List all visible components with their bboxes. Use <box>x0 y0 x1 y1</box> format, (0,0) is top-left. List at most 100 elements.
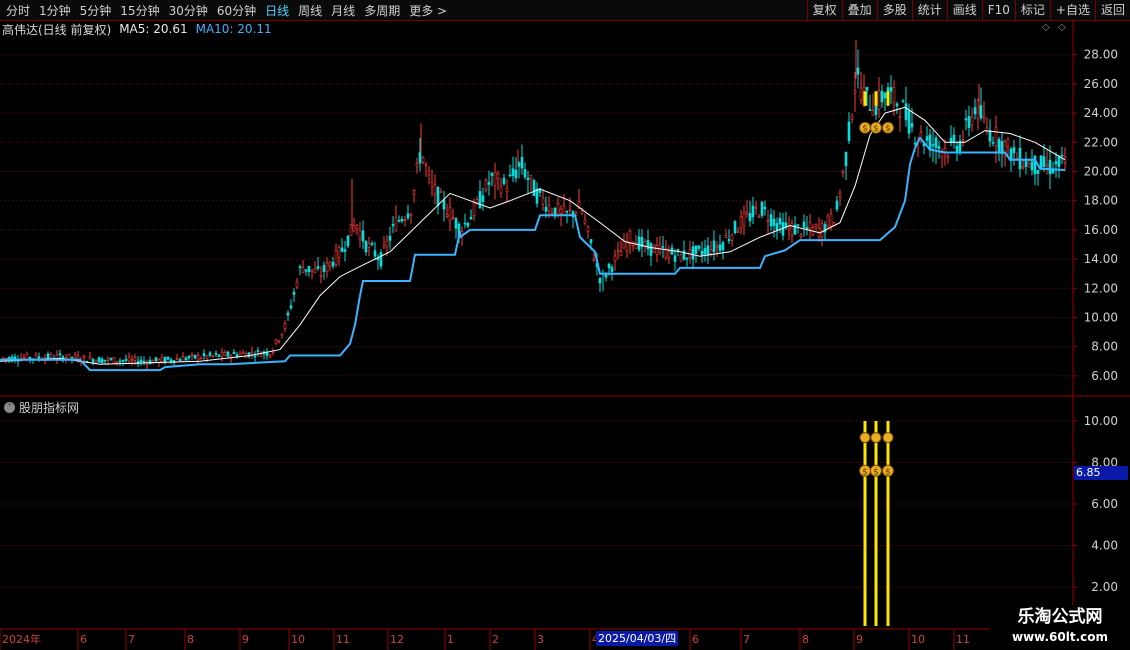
candle-body <box>556 202 560 216</box>
candle-body <box>295 281 299 288</box>
candle-body <box>406 213 410 219</box>
candle-body <box>397 219 401 222</box>
candle-body <box>1018 148 1022 170</box>
candle-body <box>1027 163 1031 168</box>
candle-body <box>118 360 122 363</box>
x-axis-label: 8 <box>187 633 194 646</box>
money-bag-glyph: $ <box>873 467 879 477</box>
candle-body <box>316 266 320 269</box>
main-y-tick-label: 14.00 <box>1084 252 1118 266</box>
candle-body <box>856 67 860 75</box>
candle-body <box>280 333 284 337</box>
candle-body <box>952 134 956 143</box>
candle-body <box>1057 156 1061 167</box>
candle-body <box>367 243 371 248</box>
indicator-bar <box>863 421 867 626</box>
candle-body <box>616 250 620 252</box>
candle-body <box>877 90 881 110</box>
candle-body <box>583 219 587 224</box>
x-axis-label: 11 <box>336 633 350 646</box>
candle-body <box>871 110 875 116</box>
candle-body <box>115 361 119 364</box>
money-bag-glyph: $ <box>862 467 868 477</box>
candle-body <box>529 174 533 180</box>
candle-body <box>181 356 185 362</box>
diamond-icon[interactable]: ◇ <box>1042 22 1052 34</box>
candle-body <box>868 109 872 111</box>
candle-body <box>904 103 908 120</box>
candle-body <box>502 177 506 185</box>
candle-body <box>169 359 173 362</box>
candle-body <box>1054 161 1058 165</box>
stock-chart[interactable]: 28.0026.0024.0022.0020.0018.0016.0014.00… <box>0 0 1130 650</box>
candle-body <box>199 357 203 360</box>
candle-body <box>379 252 383 267</box>
candle-body <box>274 339 278 344</box>
candle-body <box>493 171 497 186</box>
candle-body <box>361 230 365 242</box>
candle-body <box>154 357 158 362</box>
candle-body <box>7 357 11 360</box>
candle-body <box>706 245 710 256</box>
x-axis-label: 10 <box>911 633 925 646</box>
x-axis-label: 6 <box>692 633 699 646</box>
candle-body <box>220 351 224 357</box>
hand-icon <box>882 432 894 444</box>
candle-body <box>961 139 965 142</box>
candle-body <box>106 358 110 361</box>
candle-body <box>964 118 968 121</box>
candle-body <box>772 218 776 226</box>
candle-body <box>133 357 137 361</box>
ma5-label: MA5: 20.61 <box>119 22 188 36</box>
indicator-title[interactable]: 股朋指标网 <box>19 399 79 416</box>
candle-body <box>205 355 209 359</box>
cursor-value-label: 6.85 <box>1074 466 1128 480</box>
candle-body <box>814 224 818 227</box>
candle-body <box>970 116 974 126</box>
candle-body <box>478 191 482 209</box>
candle-body <box>901 100 905 103</box>
candle-body <box>1048 159 1052 175</box>
candle-body <box>238 353 242 357</box>
candle-body <box>1030 161 1034 171</box>
candle-body <box>676 249 680 252</box>
candle-body <box>175 358 179 360</box>
candle-body <box>364 241 368 253</box>
candle-body <box>22 357 26 359</box>
candle-body <box>1060 155 1064 157</box>
x-axis-label: 9 <box>242 633 249 646</box>
candle-body <box>226 351 230 357</box>
candle-body <box>436 187 440 206</box>
candle-body <box>607 263 611 269</box>
candle-body <box>430 182 434 187</box>
candle-body <box>808 222 812 230</box>
main-y-tick-label: 26.00 <box>1084 77 1118 91</box>
candle-body <box>442 199 446 210</box>
candle-body <box>142 360 146 363</box>
main-y-tick-label: 6.00 <box>1091 369 1118 383</box>
x-axis-label: 2 <box>492 633 499 646</box>
main-y-tick-label: 10.00 <box>1084 311 1118 325</box>
candle-body <box>82 355 86 358</box>
candle-body <box>544 206 548 212</box>
support-line <box>0 136 1066 372</box>
candle-body <box>994 127 998 147</box>
candle-body <box>910 123 914 128</box>
chevron-down-icon[interactable]: ◇ <box>1058 22 1068 34</box>
candle-body <box>559 208 563 214</box>
candle-body <box>214 353 218 355</box>
candle-body <box>343 249 347 252</box>
candle-body <box>445 214 449 217</box>
candle-body <box>121 359 125 362</box>
collapse-icon[interactable]: ˅ <box>4 402 15 413</box>
candle-body <box>820 223 824 238</box>
money-bag-glyph: $ <box>862 124 868 134</box>
candle-body <box>283 323 287 329</box>
stock-title[interactable]: 高伟达(日线 前复权) <box>2 21 111 38</box>
candle-body <box>889 87 893 92</box>
candle-body <box>565 210 569 213</box>
x-axis-label: 2024年 <box>2 632 41 646</box>
x-axis-label: 12 <box>390 633 404 646</box>
candle-body <box>883 92 887 99</box>
candle-body <box>415 163 419 167</box>
